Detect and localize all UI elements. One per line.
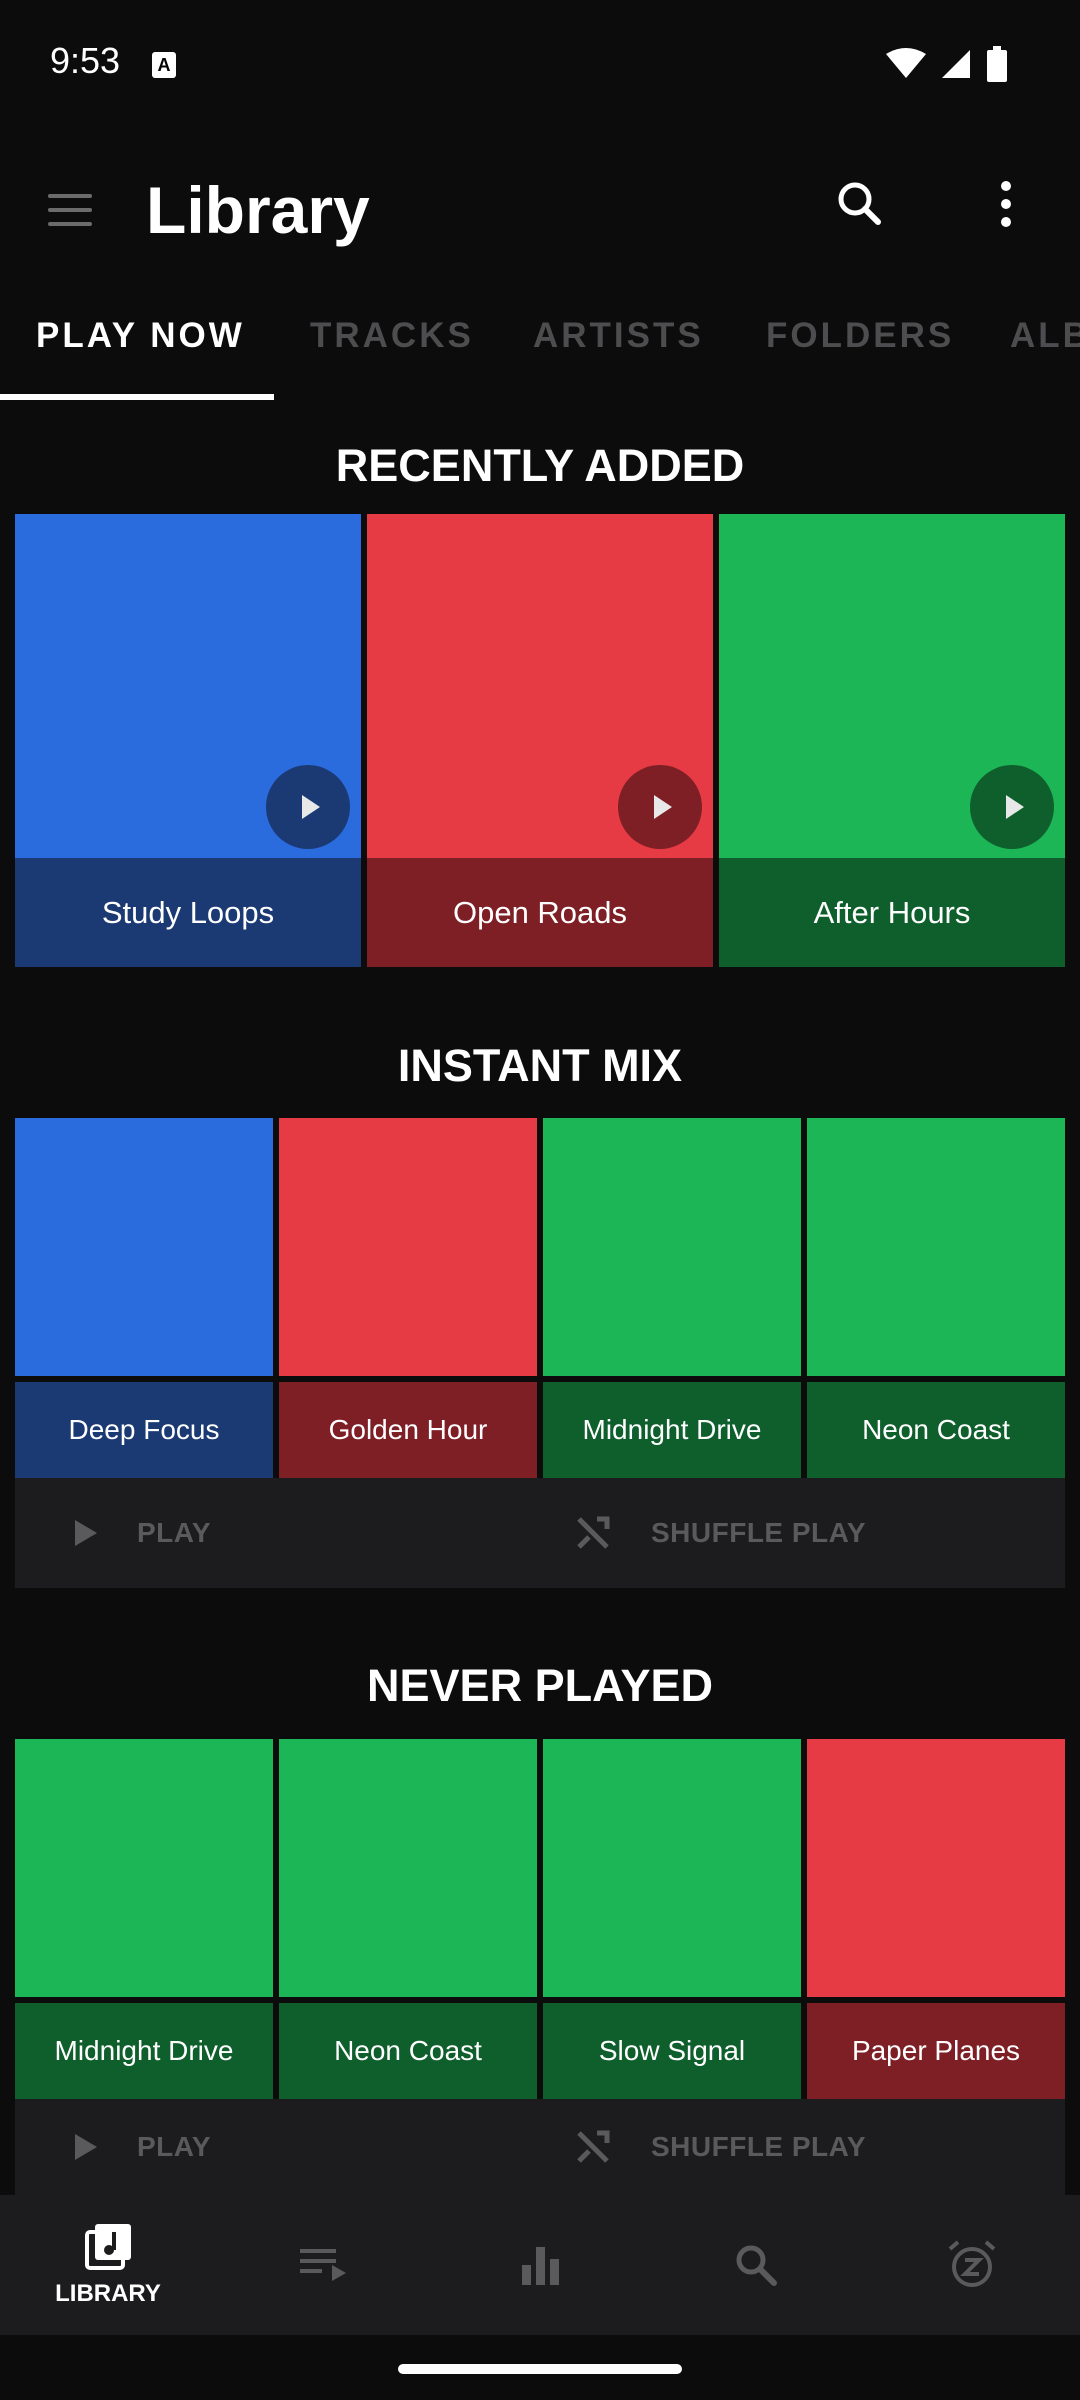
page-title: Library (146, 173, 370, 247)
never-played-tile[interactable]: Neon Coast (279, 1739, 537, 2099)
tab-bar: PLAY NOW TRACKS ARTISTS FOLDERS ALBUMS (0, 300, 1080, 402)
album-art (807, 1739, 1065, 1997)
bottom-navigation: LIBRARY (0, 2195, 1080, 2335)
queue-icon (300, 2249, 346, 2281)
album-art (15, 1118, 273, 1376)
play-icon[interactable] (266, 765, 350, 849)
sleep-timer-icon (948, 2240, 996, 2287)
instant-mix-tile[interactable]: Neon Coast (807, 1118, 1065, 1478)
play-icon (75, 2134, 97, 2160)
accessibility-badge-icon: A (152, 52, 176, 78)
nav-label: LIBRARY (55, 2280, 161, 2307)
shuffle-play-button[interactable]: SHUFFLE PLAY (575, 2099, 866, 2195)
tile-label: Midnight Drive (543, 1382, 801, 1478)
shuffle-play-label: SHUFFLE PLAY (651, 1517, 866, 1548)
play-label: PLAY (137, 2131, 212, 2162)
tile-label: After Hours (719, 858, 1065, 967)
wifi-icon (886, 48, 926, 78)
tile-label: Paper Planes (807, 2003, 1065, 2099)
tile-label: Slow Signal (543, 2003, 801, 2099)
recently-added-tile[interactable]: Open Roads (367, 514, 713, 967)
tab-tracks[interactable]: TRACKS (310, 316, 474, 356)
album-art (543, 1118, 801, 1376)
tile-label: Open Roads (367, 858, 713, 967)
nav-stats[interactable] (432, 2195, 648, 2335)
never-played-tile[interactable]: Slow Signal (543, 1739, 801, 2099)
nav-queue[interactable] (216, 2195, 432, 2335)
shuffle-play-button[interactable]: SHUFFLE PLAY (575, 1478, 866, 1588)
instant-mix-tile[interactable]: Golden Hour (279, 1118, 537, 1478)
search-icon[interactable] (830, 174, 890, 234)
never-played-actions: PLAY SHUFFLE PLAY (15, 2099, 1065, 2195)
nav-search[interactable] (648, 2195, 864, 2335)
tile-label: Study Loops (15, 858, 361, 967)
shuffle-icon (577, 2130, 610, 2163)
tile-label: Golden Hour (279, 1382, 537, 1478)
never-played-tile[interactable]: Midnight Drive (15, 1739, 273, 2099)
shuffle-icon (577, 1516, 610, 1549)
instant-mix-tile[interactable]: Midnight Drive (543, 1118, 801, 1478)
stats-icon (522, 2247, 559, 2285)
search-icon (736, 2245, 777, 2286)
instant-mix-actions: PLAY SHUFFLE PLAY (15, 1478, 1065, 1588)
tile-label: Midnight Drive (15, 2003, 273, 2099)
album-art (15, 1739, 273, 1997)
section-title-never-played: NEVER PLAYED (367, 1660, 713, 1711)
section-title-recently-added: RECENTLY ADDED (335, 440, 745, 491)
tile-label: Neon Coast (807, 1382, 1065, 1478)
play-label: PLAY (137, 1517, 212, 1548)
instant-mix-tile[interactable]: Deep Focus (15, 1118, 273, 1478)
tab-artists[interactable]: ARTISTS (533, 316, 704, 356)
nav-library[interactable]: LIBRARY (0, 2195, 216, 2335)
play-icon (75, 1520, 97, 1546)
play-button[interactable]: PLAY (75, 1478, 211, 1588)
album-art (279, 1739, 537, 1997)
nav-sleep-timer[interactable] (864, 2195, 1080, 2335)
album-art (279, 1118, 537, 1376)
play-button[interactable]: PLAY (75, 2099, 211, 2195)
play-icon[interactable] (970, 765, 1054, 849)
tab-folders[interactable]: FOLDERS (766, 316, 954, 356)
album-art (807, 1118, 1065, 1376)
never-played-tile[interactable]: Paper Planes (807, 1739, 1065, 2099)
menu-icon[interactable] (40, 180, 100, 240)
app-bar: Library (0, 150, 1080, 270)
gesture-handle[interactable] (398, 2364, 682, 2374)
battery-icon (987, 46, 1007, 82)
tab-play-now[interactable]: PLAY NOW (36, 316, 245, 356)
recently-added-tile[interactable]: After Hours (719, 514, 1065, 967)
recently-added-tile[interactable]: Study Loops (15, 514, 361, 967)
status-bar: 9:53 A (0, 0, 1080, 130)
more-options-icon[interactable] (978, 174, 1034, 234)
status-time: 9:53 (50, 40, 121, 81)
status-icons (886, 46, 1008, 82)
library-icon (85, 2224, 131, 2270)
shuffle-play-label: SHUFFLE PLAY (651, 2131, 866, 2162)
tile-label: Deep Focus (15, 1382, 273, 1478)
play-icon[interactable] (618, 765, 702, 849)
album-art (543, 1739, 801, 1997)
tab-albums[interactable]: ALBUMS (1010, 316, 1080, 356)
tile-label: Neon Coast (279, 2003, 537, 2099)
section-title-instant-mix: INSTANT MIX (397, 1040, 683, 1091)
tab-indicator (0, 394, 274, 400)
cell-signal-icon (942, 50, 970, 78)
